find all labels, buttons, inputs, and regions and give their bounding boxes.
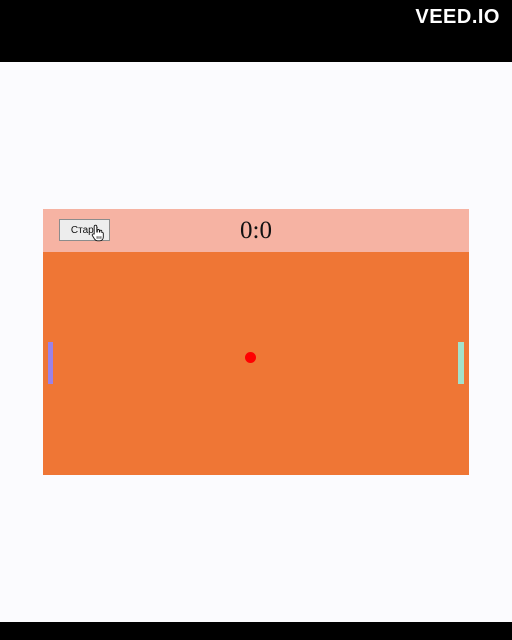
pong-game: Старт 0:0 bbox=[43, 209, 469, 475]
score-display: 0:0 bbox=[240, 217, 272, 244]
right-paddle bbox=[458, 342, 464, 384]
top-black-bar: VEED.IO bbox=[0, 0, 512, 62]
game-field[interactable] bbox=[43, 252, 469, 475]
ball bbox=[245, 352, 256, 363]
game-header: Старт 0:0 bbox=[43, 209, 469, 252]
hand-pointer-icon bbox=[91, 224, 104, 242]
veed-watermark: VEED.IO bbox=[415, 6, 500, 28]
left-paddle bbox=[48, 342, 53, 384]
bottom-black-bar bbox=[0, 622, 512, 640]
